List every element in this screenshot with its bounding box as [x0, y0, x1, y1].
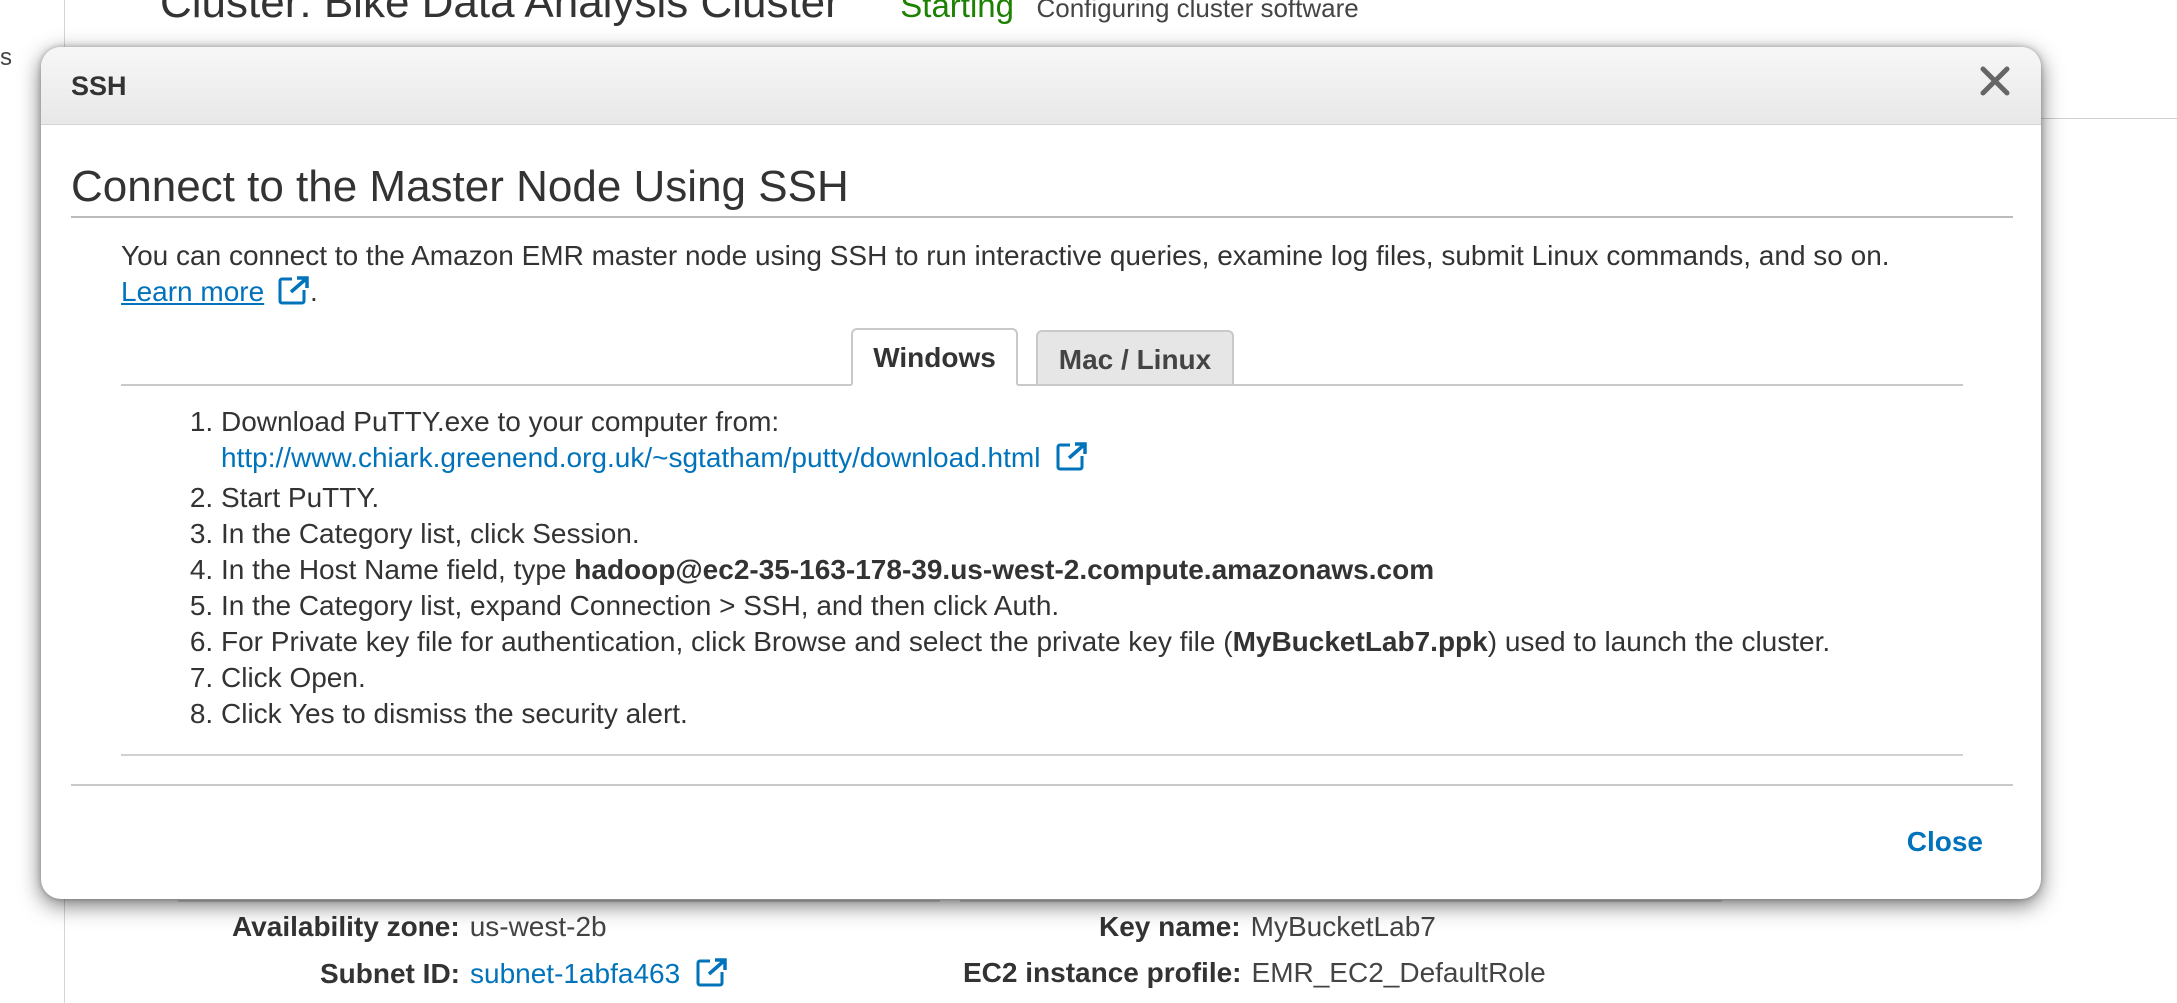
- modal-header: SSH: [41, 47, 2041, 125]
- availability-zone-value: us-west-2b: [469, 911, 607, 942]
- left-nav-fragment: s: [0, 44, 12, 71]
- modal-heading: Connect to the Master Node Using SSH: [71, 162, 2013, 218]
- tab-mac-linux[interactable]: Mac / Linux: [1036, 330, 1234, 386]
- key-file-name: MyBucketLab7.ppk: [1232, 626, 1488, 657]
- cluster-status-detail: Configuring cluster software: [1036, 0, 1359, 23]
- steps-list: Download PuTTY.exe to your computer from…: [121, 404, 1963, 732]
- cluster-status: Starting: [900, 0, 1014, 24]
- footer-divider: [71, 784, 2013, 786]
- list-item: Click Yes to dismiss the security alert.: [221, 696, 1963, 732]
- tab-windows[interactable]: Windows: [851, 328, 1018, 386]
- list-item: Download PuTTY.exe to your computer from…: [221, 404, 1963, 480]
- os-tabs: Windows Mac / Linux: [121, 324, 1963, 386]
- ec2-instance-profile-row: EC2 instance profile: EMR_EC2_DefaultRole: [963, 957, 1546, 989]
- external-link-icon[interactable]: [278, 275, 310, 314]
- intro-sentence: You can connect to the Amazon EMR master…: [121, 240, 1890, 271]
- availability-zone-row: Availability zone: us-west-2b: [232, 911, 607, 943]
- list-item: Click Open.: [221, 660, 1963, 696]
- step-text: For Private key file for authentication,…: [221, 626, 1233, 657]
- close-x-icon[interactable]: [1975, 61, 2015, 101]
- intro-period: .: [309, 276, 318, 307]
- modal-body: Connect to the Master Node Using SSH You…: [71, 124, 2013, 756]
- subnet-id-link[interactable]: subnet-1abfa463: [470, 958, 680, 989]
- list-item: In the Category list, click Session.: [221, 516, 1963, 552]
- key-name-row: Key name: MyBucketLab7: [1099, 911, 1436, 943]
- learn-more-link[interactable]: Learn more: [121, 276, 264, 307]
- host-name-value: hadoop@ec2-35-163-178-39.us-west-2.compu…: [574, 554, 1435, 585]
- close-button[interactable]: Close: [1907, 826, 1983, 858]
- modal-title: SSH: [71, 71, 127, 101]
- windows-steps: Download PuTTY.exe to your computer from…: [121, 404, 1963, 756]
- key-name-value: MyBucketLab7: [1250, 911, 1436, 942]
- step-text: Download PuTTY.exe to your computer from…: [221, 406, 780, 437]
- subnet-id-label: Subnet ID:: [320, 958, 460, 989]
- putty-download-link[interactable]: http://www.chiark.greenend.org.uk/~sgtat…: [221, 442, 1040, 473]
- list-item: In the Category list, expand Connection …: [221, 588, 1963, 624]
- ec2-instance-profile-label: EC2 instance profile:: [963, 957, 1242, 988]
- availability-zone-label: Availability zone:: [232, 911, 460, 942]
- ec2-instance-profile-value: EMR_EC2_DefaultRole: [1251, 957, 1546, 988]
- key-name-label: Key name:: [1099, 911, 1241, 942]
- ssh-modal: SSH Connect to the Master Node Using SSH…: [41, 47, 2041, 899]
- step-text: In the Host Name field, type: [221, 554, 575, 585]
- intro-text: You can connect to the Amazon EMR master…: [121, 238, 1981, 314]
- list-item: In the Host Name field, type hadoop@ec2-…: [221, 552, 1963, 588]
- subnet-id-row: Subnet ID: subnet-1abfa463: [320, 957, 728, 994]
- list-item: Start PuTTY.: [221, 480, 1963, 516]
- cluster-header: Cluster: Bike Data Analysis Cluster Star…: [160, 0, 1359, 28]
- external-link-icon[interactable]: [1056, 441, 1088, 480]
- list-item: For Private key file for authentication,…: [221, 624, 1963, 660]
- cluster-title: Cluster: Bike Data Analysis Cluster: [160, 0, 840, 27]
- external-link-icon[interactable]: [696, 957, 728, 994]
- step-text: ) used to launch the cluster.: [1487, 626, 1831, 657]
